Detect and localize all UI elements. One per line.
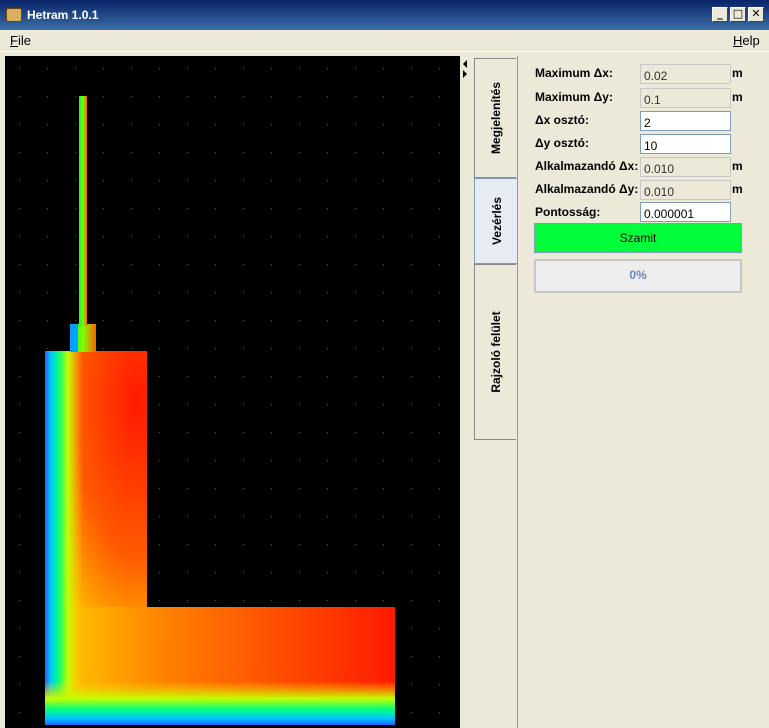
tab-label: Vezérlés	[489, 196, 504, 246]
heat-map	[5, 56, 460, 728]
tab-label: Rajzoló felület	[488, 311, 503, 393]
menu-file-mnemonic: F	[10, 33, 18, 48]
progress-bar: 0%	[534, 259, 742, 293]
max-dy-field[interactable]	[640, 88, 731, 108]
menu-help[interactable]: Help	[733, 33, 760, 48]
max-dy-unit: m	[732, 90, 743, 104]
dy-divisor-input[interactable]	[640, 134, 731, 154]
applied-dy-unit: m	[732, 182, 743, 196]
dy-divisor-label: Δy osztó:	[535, 136, 589, 150]
precision-label: Pontosság:	[535, 205, 601, 219]
applied-dy-label: Alkalmazandó Δy:	[535, 182, 639, 196]
max-dx-unit: m	[732, 66, 743, 80]
collapse-right-icon[interactable]	[463, 70, 467, 78]
max-dx-label: Maximum Δx:	[535, 66, 613, 80]
menu-help-mnemonic: H	[733, 33, 743, 48]
applied-dy-field[interactable]	[640, 180, 731, 200]
menu-bar: File Help	[0, 30, 769, 52]
applied-dx-field[interactable]	[640, 157, 731, 177]
max-dx-field[interactable]	[640, 64, 731, 84]
menu-help-label: elp	[742, 33, 760, 48]
calculate-button[interactable]: Szamit	[534, 223, 742, 253]
max-dy-label: Maximum Δy:	[535, 90, 613, 104]
close-button[interactable]: ✕	[748, 7, 764, 22]
applied-dx-unit: m	[732, 159, 743, 173]
applied-dx-label: Alkalmazandó Δx:	[535, 159, 639, 173]
minimize-button[interactable]: _	[712, 7, 728, 22]
java-icon	[6, 8, 22, 22]
maximize-button[interactable]: □	[730, 7, 746, 22]
progress-text: 0%	[629, 268, 647, 282]
dx-divisor-label: Δx osztó:	[535, 113, 589, 127]
menu-file-label: ile	[17, 33, 31, 48]
tab-label: Megjelenítés	[488, 81, 503, 155]
window-title: Hetram 1.0.1	[27, 8, 99, 22]
collapse-left-icon[interactable]	[463, 60, 467, 68]
tab-strip: Megjelenítés Vezérlés Rajzoló felület	[474, 56, 518, 728]
tab-megjelenites[interactable]: Megjelenítés	[474, 58, 516, 178]
split-pane-divider[interactable]	[460, 56, 472, 728]
title-bar: Hetram 1.0.1 _ □ ✕	[0, 0, 769, 30]
tab-vezerles[interactable]: Vezérlés	[474, 178, 518, 264]
dx-divisor-input[interactable]	[640, 111, 731, 131]
control-panel: Maximum Δx: m Maximum Δy: m Δx osztó: Δy…	[517, 56, 769, 728]
drawing-canvas[interactable]	[5, 56, 460, 728]
precision-input[interactable]	[640, 202, 731, 222]
tab-rajzolo-felulet[interactable]: Rajzoló felület	[474, 264, 516, 440]
menu-file[interactable]: File	[10, 33, 31, 48]
